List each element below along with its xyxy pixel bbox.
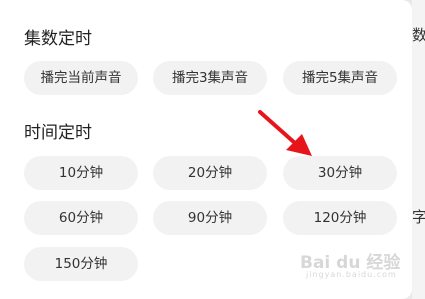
option-150-minutes[interactable]: 150分钟 xyxy=(24,247,138,281)
option-120-minutes[interactable]: 120分钟 xyxy=(283,201,397,235)
background-page-edge xyxy=(412,0,425,299)
option-10-minutes[interactable]: 10分钟 xyxy=(24,156,138,190)
time-timer-title: 时间定时 xyxy=(24,123,92,143)
option-20-minutes[interactable]: 20分钟 xyxy=(153,156,267,190)
option-finish-current[interactable]: 播完当前声音 xyxy=(24,61,138,95)
option-finish-5-episodes[interactable]: 播完5集声音 xyxy=(283,61,397,95)
option-finish-3-episodes[interactable]: 播完3集声音 xyxy=(153,61,267,95)
background-text-fragment: 数 xyxy=(412,26,425,44)
background-text-fragment: 字 xyxy=(412,208,425,226)
option-90-minutes[interactable]: 90分钟 xyxy=(153,201,267,235)
option-30-minutes[interactable]: 30分钟 xyxy=(283,156,397,190)
red-annotation-arrow-icon xyxy=(258,110,312,156)
baidu-jingyan-watermark: Bai du 经验 jingyan.baidu.com xyxy=(300,246,412,286)
option-60-minutes[interactable]: 60分钟 xyxy=(24,201,138,235)
episode-timer-title: 集数定时 xyxy=(24,29,92,49)
watermark-subtext: jingyan.baidu.com xyxy=(306,270,397,279)
arrow-shaft xyxy=(258,110,298,146)
